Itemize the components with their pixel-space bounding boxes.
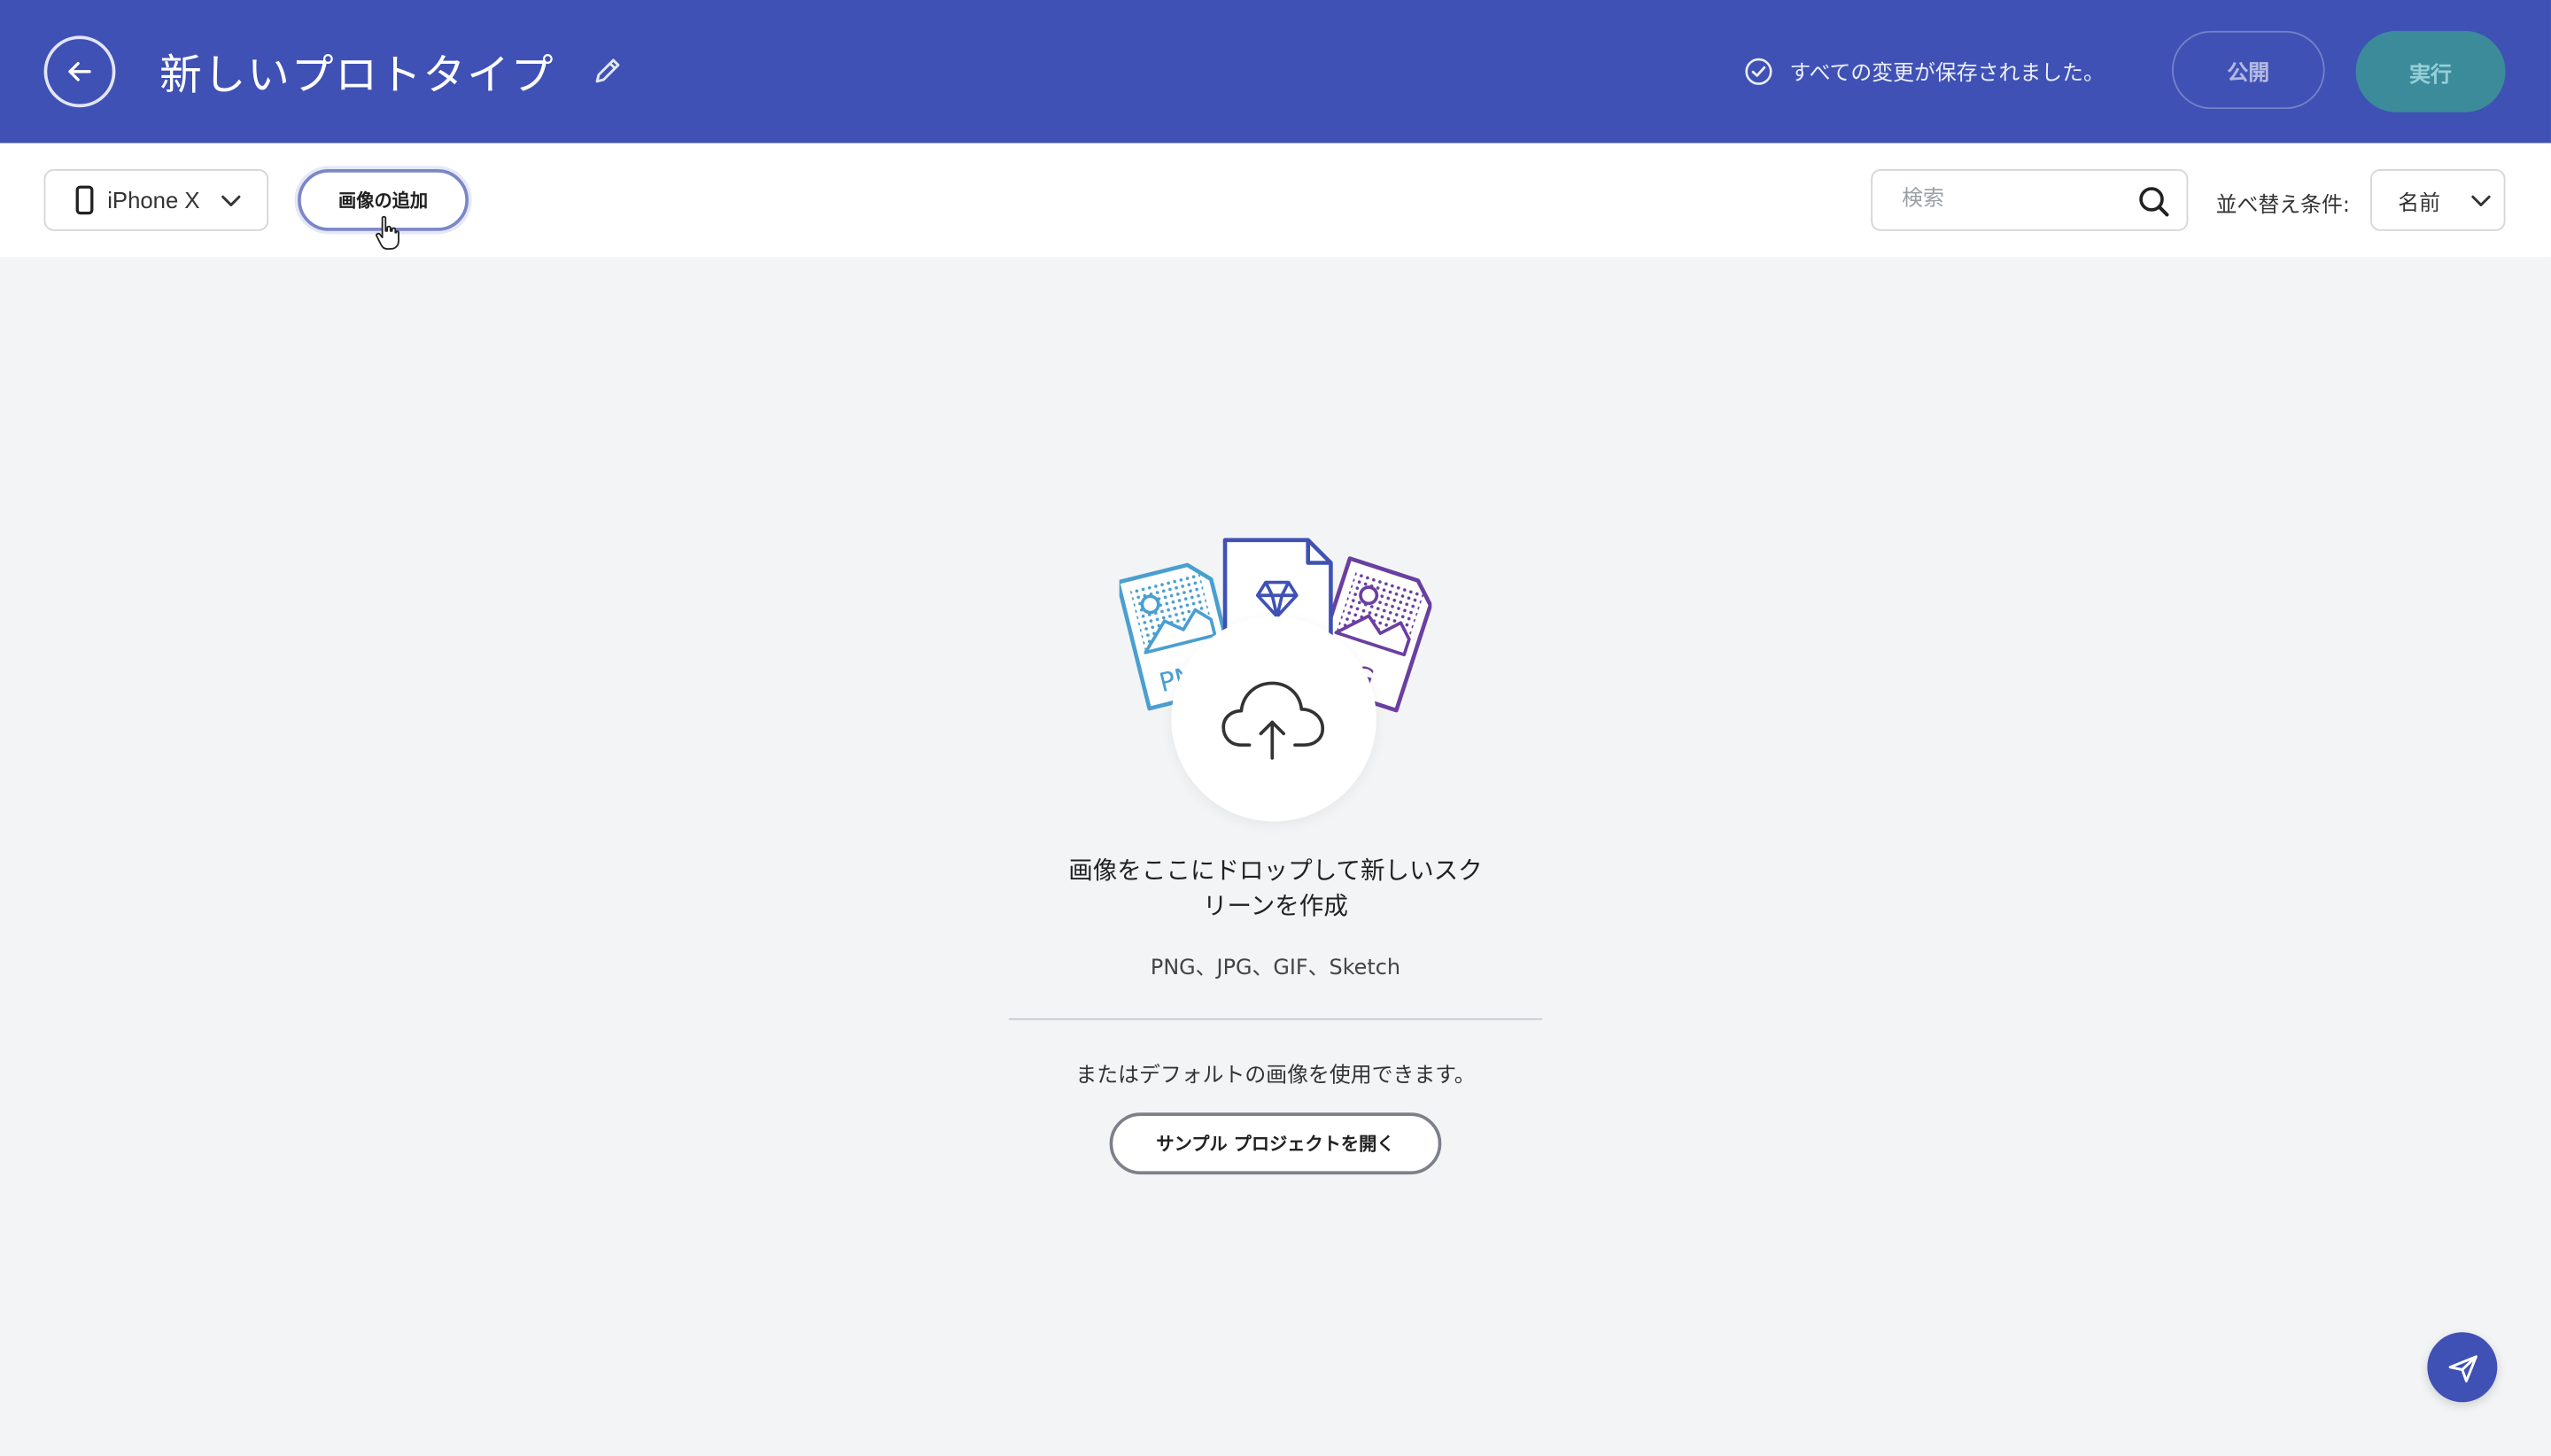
send-icon (2447, 1354, 2477, 1382)
prototype-title: 新しいプロトタイプ (159, 51, 555, 101)
search-icon[interactable] (2137, 185, 2170, 218)
upload-drop-zone[interactable] (1171, 616, 1376, 822)
pointer-cursor-icon (376, 215, 399, 250)
default-images-text: またはデフォルトの画像を使用できます。 (1075, 1064, 1476, 1088)
chevron-down-icon (2471, 195, 2491, 206)
open-sample-project-button[interactable]: サンプル プロジェクトを開く (1109, 1112, 1442, 1175)
save-status: すべての変更が保存されました。 (1744, 55, 2105, 86)
sort-label: 並べ替え条件: (2215, 193, 2350, 219)
cloud-upload-icon (1221, 681, 1325, 760)
app-stage: 新しいプロトタイプ すべての変更が保存されました。 公開 実行 iPhone X… (0, 0, 2551, 1456)
back-arrow-icon (68, 61, 91, 81)
divider (1008, 1018, 1543, 1020)
chevron-down-icon (221, 195, 241, 206)
drop-instruction: 画像をここにドロップして新しいスク リーンを作成 (1041, 852, 1509, 924)
device-select[interactable]: iPhone X (43, 169, 269, 231)
run-button[interactable]: 実行 (2355, 30, 2506, 112)
header-bar: 新しいプロトタイプ すべての変更が保存されました。 公開 実行 (0, 0, 2551, 143)
send-feedback-button[interactable] (2427, 1332, 2498, 1403)
pencil-icon[interactable] (589, 54, 624, 89)
sort-value: 名前 (2398, 190, 2441, 216)
check-circle-icon (1745, 57, 1772, 84)
phone-icon (75, 185, 94, 215)
sort-select[interactable]: 名前 (2370, 169, 2506, 231)
drop-instruction-line2: リーンを作成 (1202, 891, 1348, 921)
supported-formats: PNG、JPG、GIF、Sketch (1150, 956, 1400, 981)
search-box[interactable] (1871, 169, 2189, 231)
device-label: iPhone X (107, 187, 200, 213)
save-status-text: すべての変更が保存されました。 (1789, 61, 2105, 87)
drop-instruction-line1: 画像をここにドロップして新しいスク (1068, 856, 1483, 886)
search-input[interactable] (1898, 185, 2133, 213)
back-button[interactable] (43, 35, 116, 108)
publish-button[interactable]: 公開 (2171, 30, 2325, 110)
